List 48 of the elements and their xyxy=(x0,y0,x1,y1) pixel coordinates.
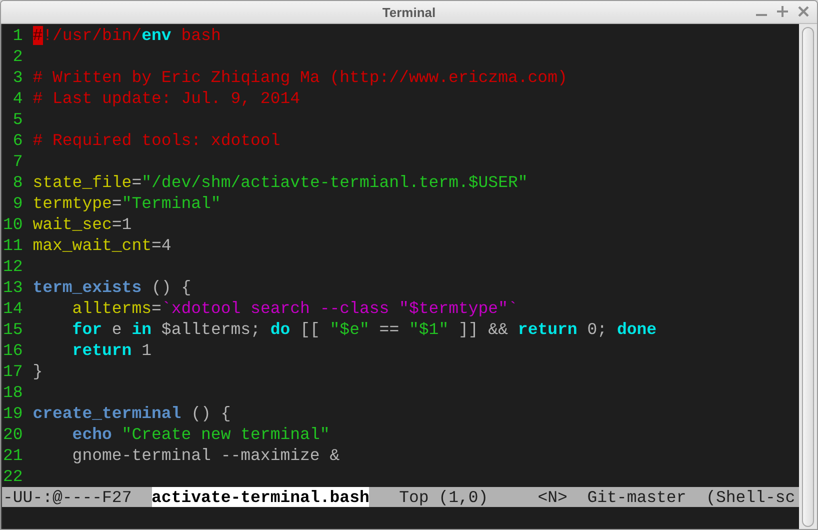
code-line: create_terminal () { xyxy=(32,403,231,424)
line-number: 16 xyxy=(3,340,23,361)
window-title: Terminal xyxy=(382,4,436,20)
line-number: 6 xyxy=(12,130,23,151)
code-line: for e in $allterms; do [[ "$e" == "$1" ]] && return 0; done xyxy=(71,319,657,340)
close-icon[interactable] xyxy=(798,6,809,17)
code-line: gnome-terminal --maximize & xyxy=(71,445,340,466)
line-number: 10 xyxy=(3,214,23,235)
code-line: # Written by Eric Zhiqiang Ma (http://www.ericzma.com) xyxy=(32,67,568,88)
code-line: term_exists () { xyxy=(32,277,192,298)
buffer-name: activate-terminal.bash xyxy=(152,487,370,508)
code-line: # Required tools: xdotool xyxy=(32,130,280,151)
line-number: 14 xyxy=(3,298,23,319)
code-line: max_wait_cnt=4 xyxy=(32,235,172,256)
git-branch: Git-master xyxy=(587,487,686,508)
input-mode: <N> xyxy=(538,487,568,508)
code-line: wait_sec=1 xyxy=(32,214,132,235)
code-line: termtype="Terminal" xyxy=(32,193,221,214)
line-number: 8 xyxy=(12,172,23,193)
code-line: echo "Create new terminal" xyxy=(71,424,330,445)
maximize-icon[interactable] xyxy=(777,6,788,17)
code-line: # Last update: Jul. 9, 2014 xyxy=(32,88,300,109)
line-number: 21 xyxy=(3,445,23,466)
line-number: 20 xyxy=(3,424,23,445)
cursor-position: Top (1,0) xyxy=(399,487,488,508)
line-number: 22 xyxy=(3,466,23,487)
line-number: 7 xyxy=(12,151,23,172)
code-line: } xyxy=(32,361,43,382)
major-mode: (Shell-sc xyxy=(706,487,796,508)
line-number: 5 xyxy=(12,109,23,130)
code-line: return 1 xyxy=(71,340,152,361)
line-number: 3 xyxy=(12,67,23,88)
line-number: 2 xyxy=(12,46,23,67)
scrollbar[interactable] xyxy=(802,27,814,527)
line-number: 9 xyxy=(12,193,23,214)
status-flags: -UU-:@----F27 xyxy=(3,487,132,508)
code-line: #!/usr/bin/env bash xyxy=(32,25,221,46)
line-number: 1 xyxy=(12,25,23,46)
line-number: 18 xyxy=(3,382,23,403)
line-number: 4 xyxy=(12,88,23,109)
line-number: 12 xyxy=(3,256,23,277)
line-number: 13 xyxy=(3,277,23,298)
line-number: 17 xyxy=(3,361,23,382)
code-line: state_file="/dev/shm/actiavte-termianl.term.$USER" xyxy=(32,172,528,193)
line-number: 19 xyxy=(3,403,23,424)
code-line: allterms=`xdotool search --class "$termtype"` xyxy=(71,298,518,319)
line-number: 15 xyxy=(3,319,23,340)
line-number: 11 xyxy=(3,235,23,256)
